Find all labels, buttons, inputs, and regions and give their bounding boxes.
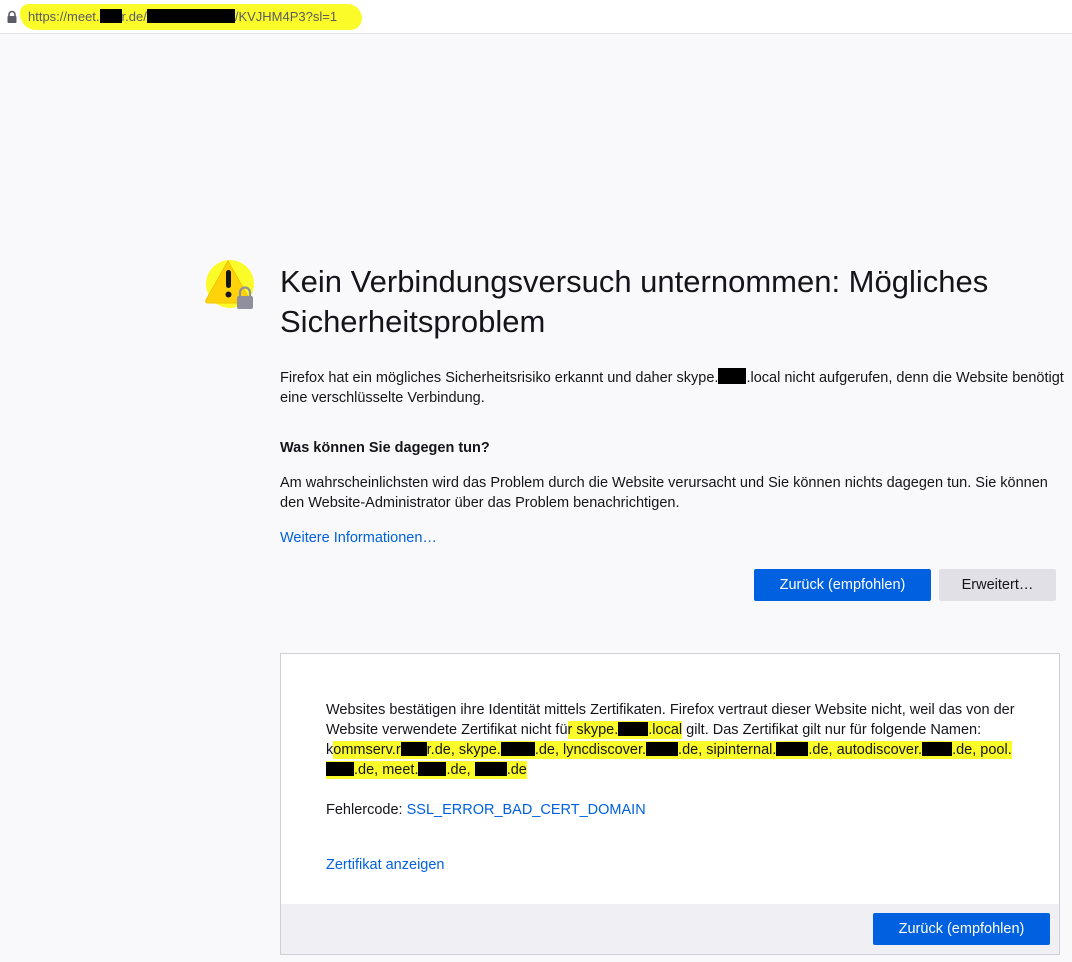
error-code-link[interactable]: SSL_ERROR_BAD_CERT_DOMAIN [407,802,646,818]
go-back-button-bottom[interactable]: Zurück (empfohlen) [873,913,1050,945]
go-back-button[interactable]: Zurück (empfohlen) [754,569,931,601]
redaction [400,742,427,756]
view-certificate-link[interactable]: Zertifikat anzeigen [326,855,444,875]
more-info-link[interactable]: Weitere Informationen… [280,528,437,548]
what-can-you-do-heading: Was können Sie dagegen tun? [280,440,490,456]
warning-icon [204,258,260,314]
redaction [99,9,122,23]
advanced-button[interactable]: Erweitert… [939,569,1056,601]
address-bar[interactable]: https://meet. r.de//KVJHM4P3?sl=1 [0,0,1072,34]
redaction [618,722,649,736]
what-can-you-do-text: Am wahrscheinlichsten wird das Problem d… [280,475,1048,511]
intro-text: Firefox hat ein mögliches Sicherheitsris… [280,368,1064,406]
redaction [474,762,507,776]
error-code-line: Fehlercode: SSL_ERROR_BAD_CERT_DOMAIN [326,802,646,818]
lock-icon[interactable] [5,10,19,24]
redaction [500,742,535,756]
redaction [718,368,747,384]
redaction [646,742,679,756]
redaction [146,9,235,23]
redaction [326,762,354,776]
page-title: Kein Verbindungsversuch unternommen: Mög… [280,264,989,339]
certificate-explanation: Websites bestätigen ihre Identität mitte… [326,702,1015,779]
redaction [776,742,809,756]
advanced-panel: Websites bestätigen ihre Identität mitte… [280,653,1060,955]
panel-footer: Zurück (empfohlen) [281,904,1059,954]
redaction [922,742,953,756]
url-text[interactable]: https://meet. r.de//KVJHM4P3?sl=1 [28,9,337,24]
redaction [418,762,447,776]
